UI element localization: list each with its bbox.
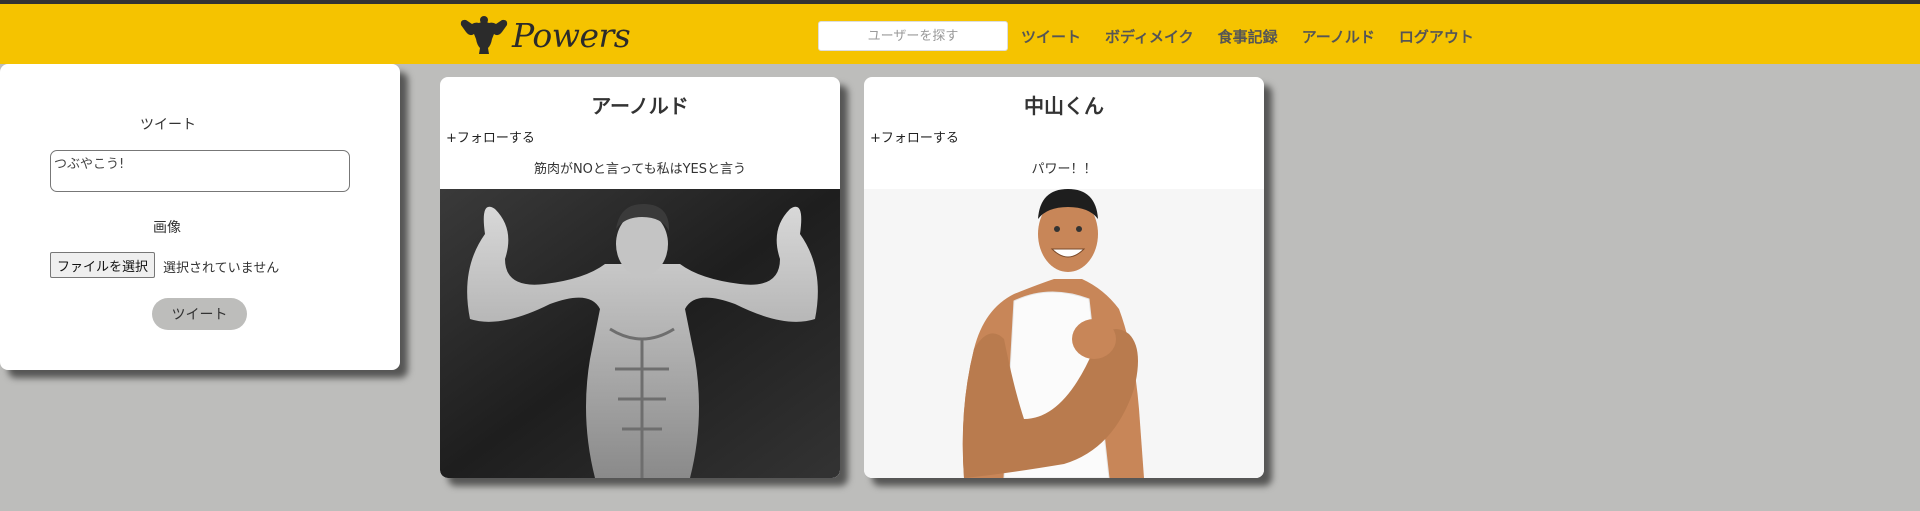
nav-logout[interactable]: ログアウト [1399, 26, 1474, 47]
post-photo [864, 189, 1264, 478]
main-nav: ツイート ボディメイク 食事記録 アーノルド ログアウト [1021, 26, 1474, 47]
file-select-button[interactable]: ファイルを選択 [50, 252, 156, 278]
tweet-submit-button[interactable]: ツイート [152, 298, 247, 330]
post-username[interactable]: 中山くん [864, 90, 1264, 119]
follow-button[interactable]: +フォローする [446, 127, 535, 146]
nav-arnold[interactable]: アーノルド [1302, 26, 1375, 47]
post-text: 筋肉がNOと言っても私はYESと言う [533, 162, 747, 177]
post-text: パワー！！ [1031, 162, 1097, 177]
user-search-input[interactable] [818, 21, 1008, 51]
logo[interactable]: Powers [458, 14, 631, 56]
follow-button[interactable]: +フォローする [870, 127, 959, 146]
file-status: 選択されていません [163, 261, 280, 276]
logo-text: Powers [512, 15, 631, 55]
tweet-label: ツイート [140, 117, 196, 133]
nav-bodymake[interactable]: ボディメイク [1105, 26, 1194, 47]
nav-tweet[interactable]: ツイート [1021, 26, 1081, 47]
tweet-textarea[interactable] [50, 150, 350, 192]
post-username[interactable]: アーノルド [440, 90, 840, 119]
site-header: Powers ツイート ボディメイク 食事記録 アーノルド ログアウト [0, 4, 1920, 64]
post-card: アーノルド +フォローする 筋肉がNOと言っても私はYESと言う [440, 77, 840, 478]
nav-meal-log[interactable]: 食事記録 [1218, 26, 1278, 47]
flexing-bodybuilder-icon [460, 16, 508, 54]
post-card: 中山くん +フォローする パワー！！ [864, 77, 1264, 478]
image-label: 画像 [153, 220, 181, 236]
tweet-composer: ツイート 画像 ファイルを選択 選択されていません ツイート [0, 64, 400, 370]
post-photo [440, 189, 840, 478]
